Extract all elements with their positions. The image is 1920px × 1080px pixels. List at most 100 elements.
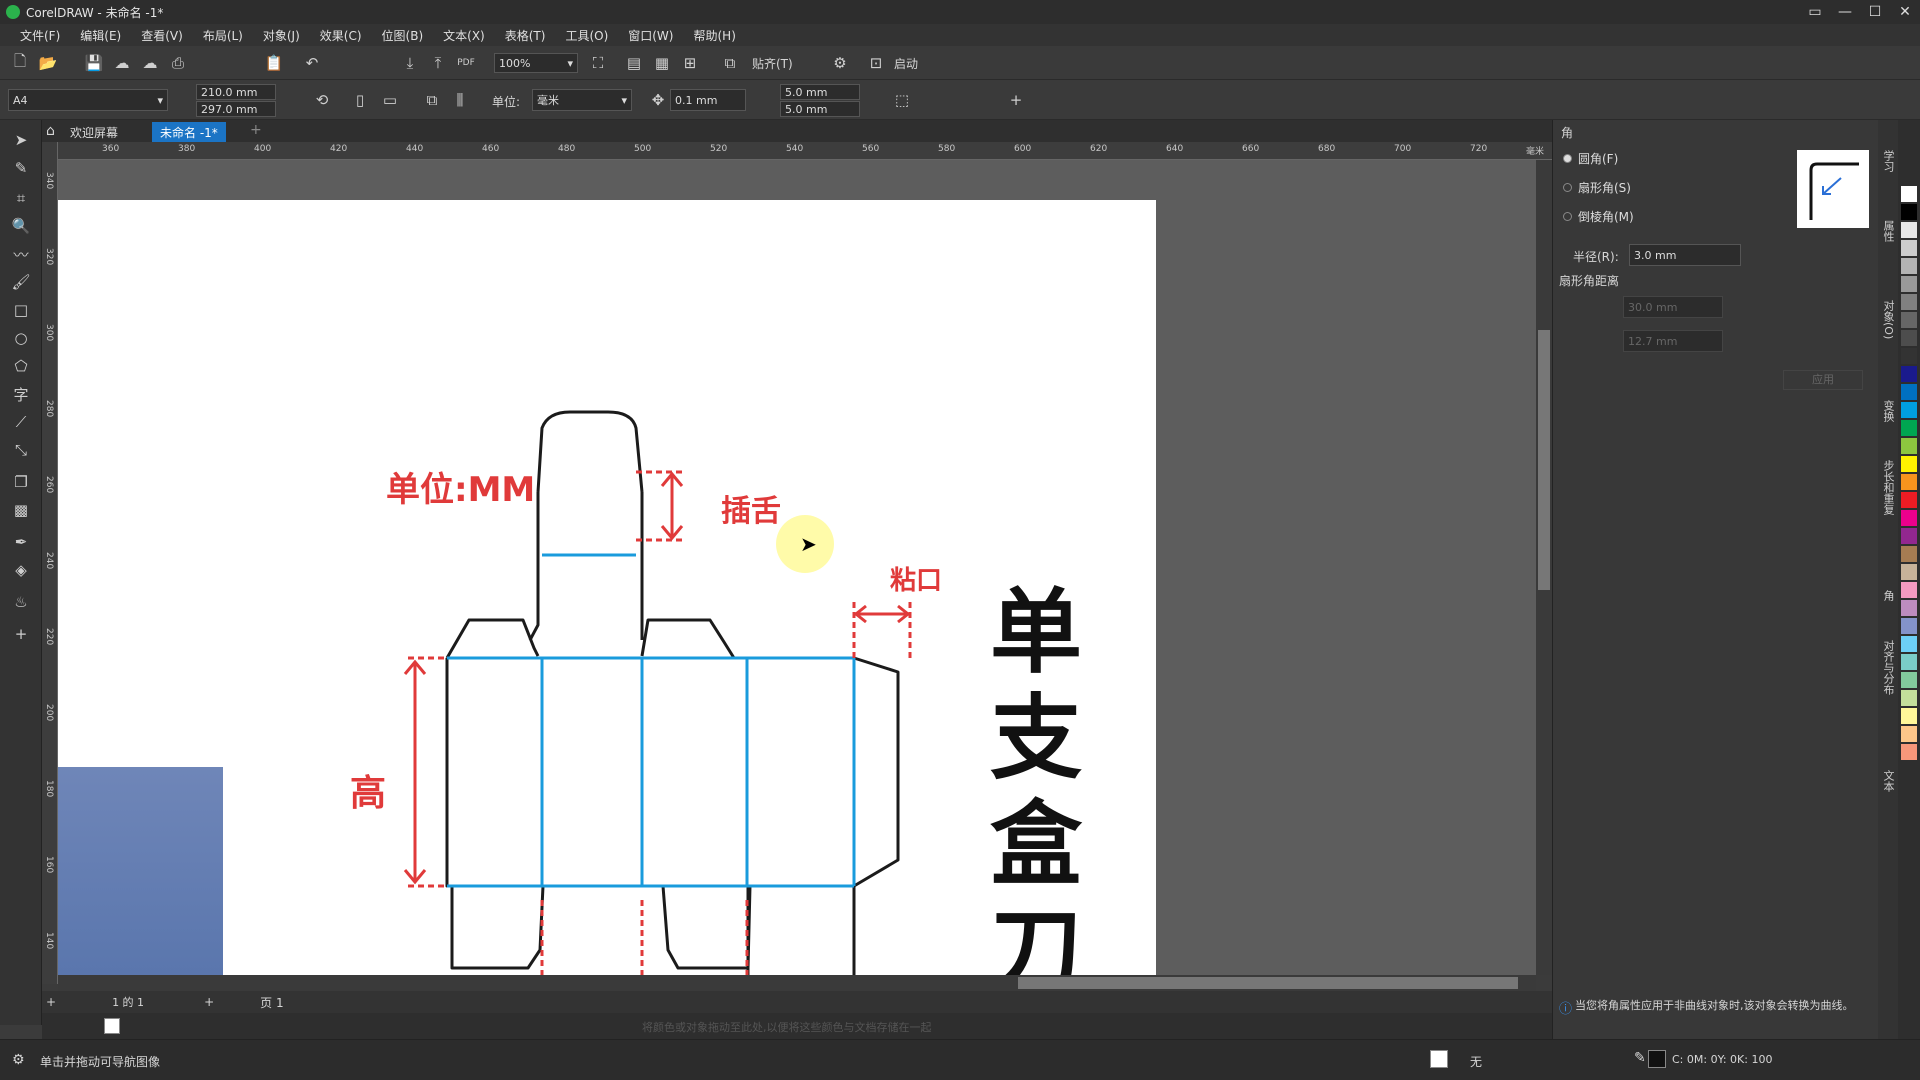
restore-icon[interactable]: ▭ [1800,0,1830,24]
tab-align-distribute[interactable]: 对齐与分布 [1880,640,1896,695]
color-swatch[interactable] [1901,618,1917,634]
vertical-scrollbar[interactable] [1536,160,1552,975]
tab-learn[interactable]: 学习 [1880,150,1896,172]
color-swatch[interactable] [1901,294,1917,310]
add-page-icon[interactable]: + [46,995,56,1009]
color-swatch[interactable] [1901,402,1917,418]
color-swatch[interactable] [1901,564,1917,580]
gear-icon[interactable]: ⚙ [12,1052,25,1068]
color-swatch[interactable] [1901,690,1917,706]
drop-shadow-icon[interactable]: ❐ [11,472,31,492]
color-swatch[interactable] [1901,312,1917,328]
add-page-after-icon[interactable]: + [204,995,214,1009]
color-swatch[interactable] [1901,636,1917,652]
color-swatch[interactable] [1901,204,1917,220]
vertical-ruler[interactable]: 340 320 300 280 260 240 220 200 180 160 140 [42,142,58,984]
color-swatch[interactable] [1901,726,1917,742]
shape-tool-icon[interactable]: ✎ [11,158,31,178]
horizontal-scrollbar[interactable] [58,975,1536,991]
freehand-tool-icon[interactable]: 〰 [11,244,31,264]
tab-text[interactable]: 文本 [1880,770,1896,792]
pdf-icon[interactable]: PDF [456,53,476,73]
polygon-tool-icon[interactable]: ⬠ [11,356,31,376]
eyedropper-icon[interactable]: ✒ [11,532,31,552]
horizontal-scroll-thumb[interactable] [1018,977,1518,989]
page-width-field[interactable]: 210.0 mm [196,84,276,100]
smart-fill-icon[interactable]: ♨ [11,592,31,612]
full-screen-icon[interactable]: ⛶ [588,53,608,73]
color-swatch[interactable] [1901,348,1917,364]
color-swatch[interactable] [1901,600,1917,616]
option-chamfer[interactable]: 倒棱角(M) [1563,208,1634,225]
menu-text[interactable]: 文本(X) [443,27,485,44]
menu-bitmaps[interactable]: 位图(B) [382,27,424,44]
menu-window[interactable]: 窗口(W) [628,27,673,44]
nudge-distance-field[interactable]: 0.1 mm [670,89,746,111]
duplicate-y-field[interactable]: 5.0 mm [780,101,860,117]
color-swatch[interactable] [1901,744,1917,760]
color-swatch[interactable] [1901,546,1917,562]
tab-transform[interactable]: 变换 [1880,400,1896,422]
menu-object[interactable]: 对象(J) [263,27,300,44]
add-tab-icon[interactable]: + [250,122,262,138]
show-rulers-icon[interactable]: ▤ [624,53,644,73]
color-swatch[interactable] [1901,438,1917,454]
parallel-dimension-icon[interactable]: ⟋ [11,412,31,432]
show-grid-icon[interactable]: ▦ [652,53,672,73]
color-swatch[interactable] [1901,222,1917,238]
portrait-icon[interactable]: ▯ [350,90,370,110]
color-swatch[interactable] [1901,654,1917,670]
cloud-download-icon[interactable]: ☁ [140,53,160,73]
horizontal-ruler[interactable]: 360 380 400 420 440 460 480 500 520 540 560 580 600 6… [58,142,1552,160]
menu-table[interactable]: 表格(T) [505,27,546,44]
color-swatch[interactable] [1901,492,1917,508]
interactive-fill-icon[interactable]: ◈ [11,560,31,580]
artistic-media-icon[interactable]: 🖌 [11,272,31,292]
color-swatch[interactable] [1901,420,1917,436]
print-icon[interactable]: ⎙ [168,53,188,73]
options-gear-icon[interactable]: ⚙ [830,53,850,73]
launch-icon[interactable]: ⊡ [866,53,886,73]
page-size-dropdown[interactable]: A4 ▾ [8,89,168,111]
minimize-button[interactable]: — [1830,0,1860,24]
cloud-upload-icon[interactable]: ☁ [112,53,132,73]
color-swatch[interactable] [1901,330,1917,346]
drawing-canvas[interactable]: 单位:MM 插舌 粘口 高 长 宽 单支盒刀模 ➤ [58,160,1536,975]
tab-objects[interactable]: 对象(O) [1880,300,1896,339]
menu-edit[interactable]: 编辑(E) [80,27,121,44]
color-swatch[interactable] [1901,186,1917,202]
menu-help[interactable]: 帮助(H) [693,27,735,44]
units-dropdown[interactable]: 毫米 ▾ [532,89,632,111]
color-swatch[interactable] [1901,456,1917,472]
option-scallop[interactable]: 扇形角(S) [1563,179,1631,196]
paste-icon[interactable]: 📋 [264,53,284,73]
apply-button[interactable]: 应用 [1783,370,1863,390]
no-color-swatch[interactable] [104,1018,120,1034]
color-swatch[interactable] [1901,240,1917,256]
show-guidelines-icon[interactable]: ⊞ [680,53,700,73]
transparency-icon[interactable]: ▩ [11,500,31,520]
add-tool-icon[interactable]: + [11,624,31,644]
pick-tool-icon[interactable]: ➤ [11,130,31,150]
color-swatch[interactable] [1901,474,1917,490]
snap-icon[interactable]: ⧉ [720,53,740,73]
page-height-field[interactable]: 297.0 mm [196,101,276,117]
crop-tool-icon[interactable]: ⌗ [11,188,31,208]
add-icon[interactable]: + [1006,90,1026,110]
export-icon[interactable]: ⤒ [428,53,448,73]
edit-page-icon[interactable]: ⬚ [892,90,912,110]
color-swatch[interactable] [1901,528,1917,544]
ellipse-tool-icon[interactable]: ○ [11,328,31,348]
fill-swatch[interactable] [1430,1050,1448,1068]
page-tab[interactable]: 页 1 [260,994,283,1011]
menu-tools[interactable]: 工具(O) [565,27,608,44]
menu-view[interactable]: 查看(V) [141,27,183,44]
vertical-scroll-thumb[interactable] [1538,330,1550,590]
menu-file[interactable]: 文件(F) [20,27,60,44]
option-fillet[interactable]: 圆角(F) [1563,150,1618,167]
color-swatch[interactable] [1901,582,1917,598]
zoom-level-dropdown[interactable]: 100% ▾ [494,53,578,73]
new-document-icon[interactable]: 🗋 [10,52,30,73]
connector-tool-icon[interactable]: ⤡ [11,440,31,460]
landscape-icon[interactable]: ▭ [380,90,400,110]
